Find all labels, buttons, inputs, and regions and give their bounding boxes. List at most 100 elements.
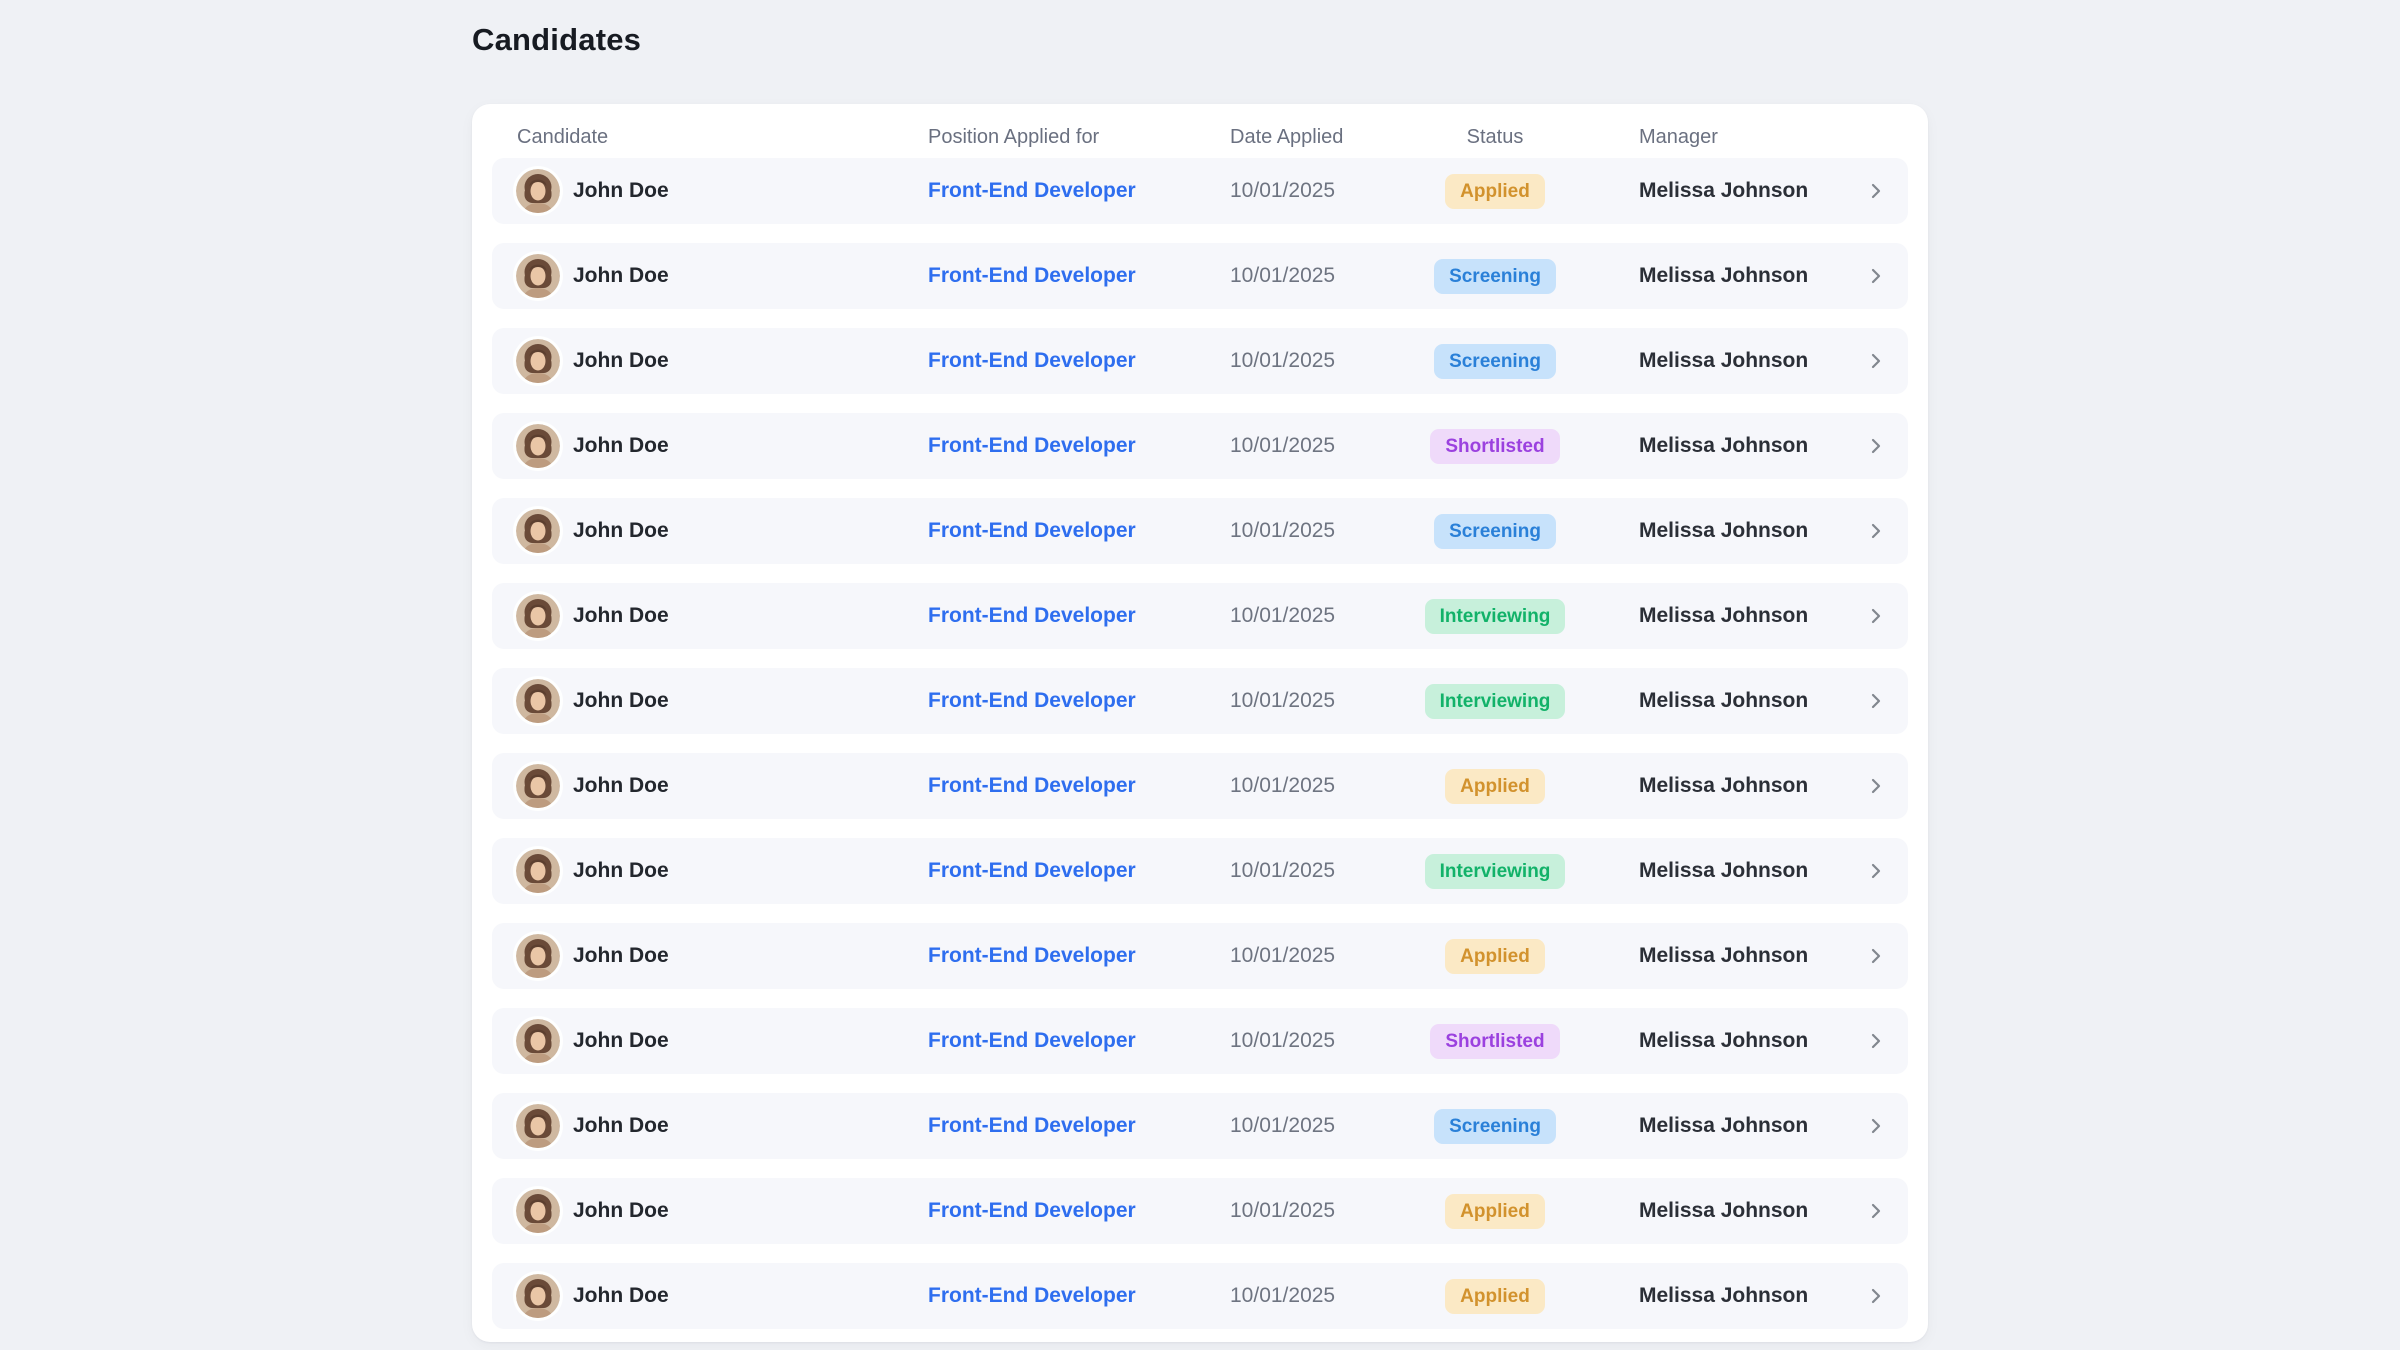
position-link[interactable]: Front-End Developer	[928, 604, 1136, 627]
position-link[interactable]: Front-End Developer	[928, 689, 1136, 712]
chevron-cell[interactable]	[1858, 861, 1894, 881]
position-cell: Front-End Developer	[928, 1199, 1230, 1223]
chevron-right-icon	[1866, 1116, 1886, 1136]
candidate-row[interactable]: John Doe Front-End Developer 10/01/2025 …	[492, 1178, 1908, 1244]
position-link[interactable]: Front-End Developer	[928, 349, 1136, 372]
chevron-right-icon	[1866, 776, 1886, 796]
candidate-name: John Doe	[573, 349, 669, 373]
chevron-cell[interactable]	[1858, 351, 1894, 371]
position-link[interactable]: Front-End Developer	[928, 434, 1136, 457]
candidate-name: John Doe	[573, 1114, 669, 1138]
manager-name: Melissa Johnson	[1590, 434, 1858, 458]
column-header-status: Status	[1400, 126, 1590, 149]
position-link[interactable]: Front-End Developer	[928, 179, 1136, 202]
candidate-row[interactable]: John Doe Front-End Developer 10/01/2025 …	[492, 923, 1908, 989]
position-cell: Front-End Developer	[928, 434, 1230, 458]
candidate-row[interactable]: John Doe Front-End Developer 10/01/2025 …	[492, 158, 1908, 224]
position-link[interactable]: Front-End Developer	[928, 774, 1136, 797]
status-cell: Shortlisted	[1400, 429, 1590, 464]
status-cell: Interviewing	[1400, 854, 1590, 889]
chevron-cell[interactable]	[1858, 436, 1894, 456]
candidate-row[interactable]: John Doe Front-End Developer 10/01/2025 …	[492, 583, 1908, 649]
position-link[interactable]: Front-End Developer	[928, 1284, 1136, 1307]
person-photo-icon	[516, 424, 560, 468]
date-applied: 10/01/2025	[1230, 1199, 1400, 1223]
candidate-cell: John Doe	[492, 1274, 928, 1318]
status-cell: Applied	[1400, 174, 1590, 209]
position-cell: Front-End Developer	[928, 264, 1230, 288]
chevron-cell[interactable]	[1858, 776, 1894, 796]
candidate-cell: John Doe	[492, 934, 928, 978]
position-link[interactable]: Front-End Developer	[928, 1114, 1136, 1137]
person-photo-icon	[516, 1104, 560, 1148]
position-link[interactable]: Front-End Developer	[928, 1199, 1136, 1222]
position-cell: Front-End Developer	[928, 944, 1230, 968]
status-badge: Applied	[1445, 1279, 1545, 1314]
date-applied: 10/01/2025	[1230, 604, 1400, 628]
position-link[interactable]: Front-End Developer	[928, 519, 1136, 542]
candidate-row[interactable]: John Doe Front-End Developer 10/01/2025 …	[492, 243, 1908, 309]
candidate-avatar	[516, 254, 560, 298]
manager-name: Melissa Johnson	[1590, 264, 1858, 288]
manager-name: Melissa Johnson	[1590, 944, 1858, 968]
manager-name: Melissa Johnson	[1590, 1284, 1858, 1308]
chevron-right-icon	[1866, 351, 1886, 371]
chevron-cell[interactable]	[1858, 606, 1894, 626]
status-cell: Interviewing	[1400, 684, 1590, 719]
person-photo-icon	[516, 1019, 560, 1063]
chevron-cell[interactable]	[1858, 1201, 1894, 1221]
candidate-row[interactable]: John Doe Front-End Developer 10/01/2025 …	[492, 498, 1908, 564]
chevron-cell[interactable]	[1858, 946, 1894, 966]
manager-name: Melissa Johnson	[1590, 1029, 1858, 1053]
chevron-cell[interactable]	[1858, 1031, 1894, 1051]
status-cell: Applied	[1400, 769, 1590, 804]
status-cell: Screening	[1400, 344, 1590, 379]
chevron-cell[interactable]	[1858, 266, 1894, 286]
candidate-name: John Doe	[573, 689, 669, 713]
candidate-row[interactable]: John Doe Front-End Developer 10/01/2025 …	[492, 668, 1908, 734]
candidate-avatar	[516, 594, 560, 638]
candidate-cell: John Doe	[492, 424, 928, 468]
candidate-row[interactable]: John Doe Front-End Developer 10/01/2025 …	[492, 1093, 1908, 1159]
position-link[interactable]: Front-End Developer	[928, 1029, 1136, 1052]
date-applied: 10/01/2025	[1230, 434, 1400, 458]
position-link[interactable]: Front-End Developer	[928, 944, 1136, 967]
chevron-cell[interactable]	[1858, 1116, 1894, 1136]
column-header-manager: Manager	[1590, 126, 1858, 149]
table-header: Candidate Position Applied for Date Appl…	[492, 116, 1908, 158]
candidate-cell: John Doe	[492, 594, 928, 638]
chevron-cell[interactable]	[1858, 691, 1894, 711]
chevron-right-icon	[1866, 946, 1886, 966]
status-badge: Applied	[1445, 939, 1545, 974]
manager-name: Melissa Johnson	[1590, 774, 1858, 798]
date-applied: 10/01/2025	[1230, 179, 1400, 203]
person-photo-icon	[516, 1189, 560, 1233]
candidate-row[interactable]: John Doe Front-End Developer 10/01/2025 …	[492, 1263, 1908, 1329]
chevron-right-icon	[1866, 606, 1886, 626]
manager-name: Melissa Johnson	[1590, 859, 1858, 883]
position-cell: Front-End Developer	[928, 519, 1230, 543]
candidate-avatar	[516, 764, 560, 808]
chevron-right-icon	[1866, 436, 1886, 456]
candidate-name: John Doe	[573, 264, 669, 288]
candidate-row[interactable]: John Doe Front-End Developer 10/01/2025 …	[492, 413, 1908, 479]
chevron-cell[interactable]	[1858, 181, 1894, 201]
manager-name: Melissa Johnson	[1590, 349, 1858, 373]
position-cell: Front-End Developer	[928, 774, 1230, 798]
candidate-avatar	[516, 1019, 560, 1063]
date-applied: 10/01/2025	[1230, 774, 1400, 798]
position-link[interactable]: Front-End Developer	[928, 264, 1136, 287]
date-applied: 10/01/2025	[1230, 1029, 1400, 1053]
date-applied: 10/01/2025	[1230, 859, 1400, 883]
candidate-row[interactable]: John Doe Front-End Developer 10/01/2025 …	[492, 328, 1908, 394]
candidate-row[interactable]: John Doe Front-End Developer 10/01/2025 …	[492, 753, 1908, 819]
manager-name: Melissa Johnson	[1590, 519, 1858, 543]
candidate-row[interactable]: John Doe Front-End Developer 10/01/2025 …	[492, 1008, 1908, 1074]
candidate-row[interactable]: John Doe Front-End Developer 10/01/2025 …	[492, 838, 1908, 904]
position-link[interactable]: Front-End Developer	[928, 859, 1136, 882]
chevron-cell[interactable]	[1858, 521, 1894, 541]
person-photo-icon	[516, 679, 560, 723]
candidate-avatar	[516, 339, 560, 383]
chevron-cell[interactable]	[1858, 1286, 1894, 1306]
person-photo-icon	[516, 764, 560, 808]
